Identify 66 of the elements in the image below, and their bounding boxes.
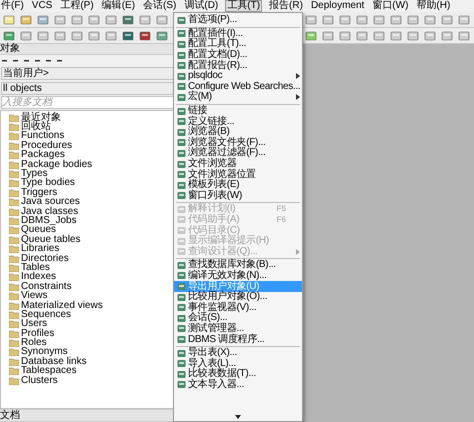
tree-item[interactable]: DBMS_Jobs: [21, 216, 77, 226]
tree-item[interactable]: Indexes: [21, 272, 56, 282]
menu-item[interactable]: DBMS 调度程序...: [174, 334, 302, 345]
tree-item[interactable]: Materialized views: [21, 300, 103, 311]
dropdown[interactable]: 当前用户>: [1, 67, 174, 80]
menu-item[interactable]: 会话(S)...: [174, 313, 302, 324]
menu-item[interactable]: 文件浏览器位置: [174, 169, 302, 180]
menu-bar-item[interactable]: 会话(S): [142, 1, 178, 11]
menu-item[interactable]: 窗口列表(W): [174, 190, 302, 202]
tree-item[interactable]: Users: [21, 319, 48, 330]
menu-item[interactable]: 配置工具(T)...: [174, 39, 302, 50]
tree-item[interactable]: Constraints: [21, 282, 72, 292]
tree-item[interactable]: Type bodies: [21, 178, 75, 188]
tree-item[interactable]: Java sources: [21, 197, 80, 208]
menu-item[interactable]: 文本导入器...: [174, 380, 302, 390]
tree-item[interactable]: Queue tables: [21, 234, 80, 245]
menu-item[interactable]: plsqldoc: [174, 70, 302, 82]
tree-item[interactable]: Queues: [21, 225, 56, 236]
tree-item[interactable]: Directories: [21, 254, 69, 264]
menu-item[interactable]: 文件浏览器: [174, 158, 302, 170]
tree-item[interactable]: Tablespaces: [21, 366, 77, 376]
tree-item[interactable]: Triggers: [21, 188, 58, 198]
tree-item[interactable]: Package bodies: [21, 160, 92, 170]
menu-item[interactable]: 模板列表(E): [174, 180, 302, 190]
tree-item[interactable]: Functions: [21, 131, 64, 142]
tree-item[interactable]: Packages: [21, 150, 65, 160]
menu-item[interactable]: Configure Web Searches...: [174, 82, 302, 92]
menu-bar-item[interactable]: 工程(P): [59, 1, 95, 11]
tree-item[interactable]: Clusters: [21, 376, 58, 386]
tree-item[interactable]: Types: [21, 169, 48, 180]
panel-title: 文档: [0, 410, 20, 420]
menu-item[interactable]: 链接: [174, 106, 302, 116]
tree-item[interactable]: Synonyms: [21, 347, 68, 358]
menu-item[interactable]: 导出表(X)...: [174, 348, 302, 358]
menu-item[interactable]: 配置文档(D)...: [174, 50, 302, 60]
menu-item[interactable]: 比较用户对象(O)...: [174, 292, 302, 302]
panel-title: 对象: [0, 44, 20, 54]
menu-item[interactable]: 查找数据库对象(B)...: [174, 260, 302, 271]
menu-item[interactable]: 定义链接...: [174, 116, 302, 127]
menu-bar-item[interactable]: 帮助(H): [415, 1, 452, 11]
menu-bar-item[interactable]: Deployment: [310, 1, 366, 11]
menu-item[interactable]: 配置报告(R)...: [174, 60, 302, 71]
menu-item[interactable]: 浏览器(B): [174, 126, 302, 138]
menu-bar-item[interactable]: 件(F): [0, 1, 25, 11]
dropdown[interactable]: ll objects: [1, 82, 174, 95]
tree-item[interactable]: Views: [21, 291, 48, 302]
menu-item[interactable]: 编译无效对象(N)...: [174, 270, 302, 282]
tree-item[interactable]: Libraries: [21, 244, 60, 254]
tree-item[interactable]: Database links: [21, 356, 87, 367]
tree-item[interactable]: Sequences: [21, 310, 72, 320]
tree-item[interactable]: Profiles: [21, 328, 54, 339]
menu-item[interactable]: 宏(M): [174, 92, 302, 103]
menu-bar-item[interactable]: 报告(R): [268, 1, 304, 11]
menu-bar-item[interactable]: 编辑(E): [100, 1, 136, 11]
menu-bar-item[interactable]: VCS: [30, 1, 54, 11]
menu-bar-item[interactable]: 工具(T): [225, 0, 262, 12]
menu-item[interactable]: 比较表数据(T)...: [174, 369, 302, 380]
tree-item[interactable]: Roles: [21, 338, 47, 348]
menu-item[interactable]: 测试管理器...: [174, 324, 302, 334]
tree-item[interactable]: Procedures: [21, 140, 72, 151]
menu-item[interactable]: 导入表(L)...: [174, 358, 302, 369]
menu-bar-item[interactable]: 调试(D): [183, 1, 220, 11]
tree-item[interactable]: Tables: [21, 262, 50, 273]
menu-item[interactable]: 浏览器过滤器(F)...: [174, 148, 302, 159]
menu-item[interactable]: 首选项(P)...: [174, 15, 302, 26]
tree-item[interactable]: Java classes: [21, 206, 78, 217]
